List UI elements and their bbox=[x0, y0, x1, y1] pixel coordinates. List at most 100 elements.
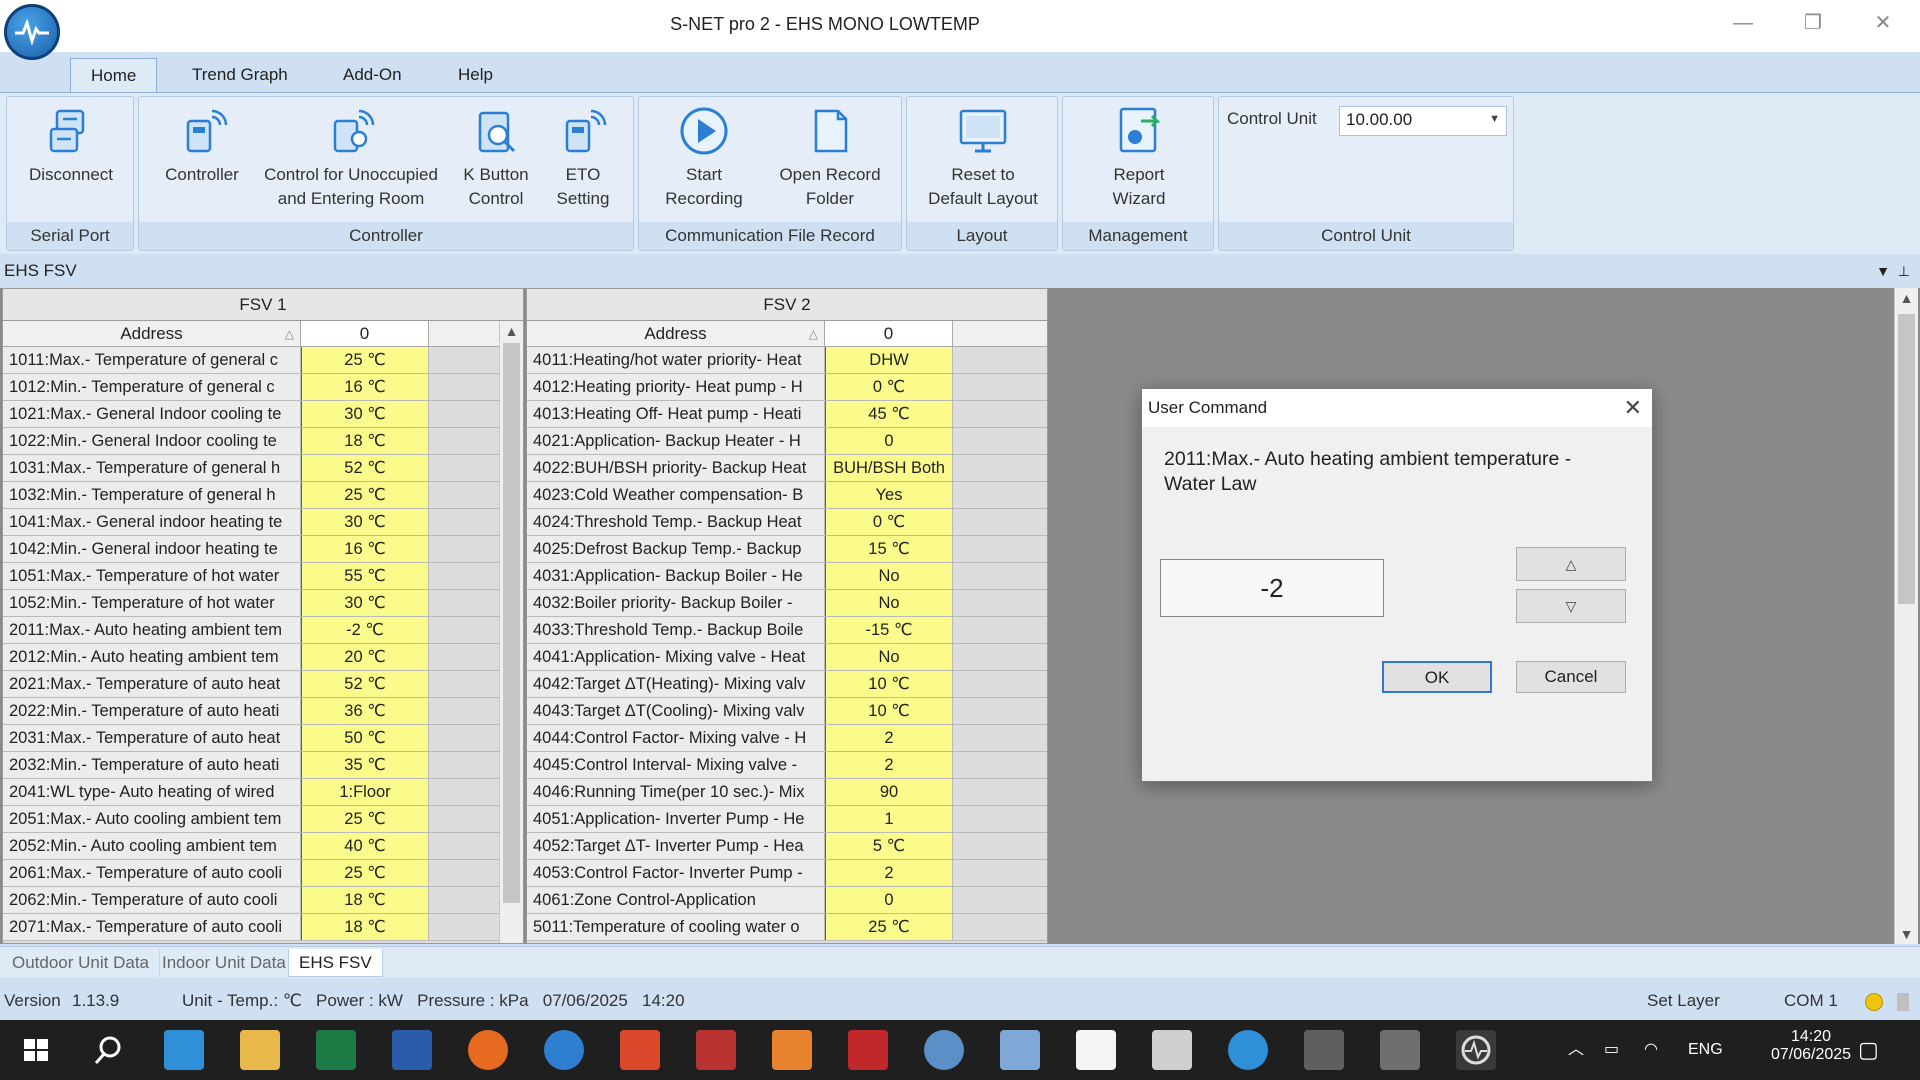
table-row[interactable]: 2021:Max.- Temperature of auto heat 52 ℃ bbox=[3, 671, 523, 698]
table-row[interactable]: 4041:Application- Mixing valve - Heat No bbox=[527, 644, 1047, 671]
value-cell[interactable]: -15 ℃ bbox=[825, 617, 953, 643]
tab-outdoor-unit-data[interactable]: Outdoor Unit Data bbox=[2, 949, 161, 977]
table-row[interactable]: 4012:Heating priority- Heat pump - H0 ℃ bbox=[527, 374, 1047, 401]
k-button-control-button[interactable]: K Button Control bbox=[451, 103, 541, 211]
table-row[interactable]: 2011:Max.- Auto heating ambient tem -2 ℃ bbox=[3, 617, 523, 644]
table-row[interactable]: 2071:Max.- Temperature of auto cooli 18 ℃ bbox=[3, 914, 523, 941]
value-cell[interactable]: 25 ℃ bbox=[301, 347, 429, 373]
value-cell[interactable]: 0 bbox=[825, 887, 953, 913]
value-cell[interactable]: 18 ℃ bbox=[301, 887, 429, 913]
restore-button[interactable]: ❐ bbox=[1788, 8, 1838, 38]
table-row[interactable]: 4024:Threshold Temp.- Backup Heat 0 ℃ bbox=[527, 509, 1047, 536]
ok-button[interactable]: OK bbox=[1382, 661, 1492, 693]
table-row[interactable]: 4011:Heating/hot water priority- Heat DHW bbox=[527, 347, 1047, 374]
news-app-icon[interactable] bbox=[164, 1030, 204, 1070]
table-row[interactable]: 2022:Min.- Temperature of auto heati 36 ℃ bbox=[3, 698, 523, 725]
control-unoccupied-button[interactable]: Control for Unoccupied and Entering Room bbox=[251, 103, 451, 211]
value-input[interactable]: -2 bbox=[1160, 559, 1384, 617]
value-cell[interactable]: 1:Floor bbox=[301, 779, 429, 805]
app-icon-17[interactable] bbox=[1380, 1030, 1420, 1070]
internet-explorer-icon[interactable] bbox=[1228, 1030, 1268, 1070]
reader-icon[interactable] bbox=[848, 1030, 888, 1070]
tab-trend-graph[interactable]: Trend Graph bbox=[172, 58, 308, 92]
value-cell[interactable]: 45 ℃ bbox=[825, 401, 953, 427]
table-row[interactable]: 1031:Max.- Temperature of general h 52 ℃ bbox=[3, 455, 523, 482]
table-row[interactable]: 4032:Boiler priority- Backup Boiler - No bbox=[527, 590, 1047, 617]
minimize-button[interactable]: — bbox=[1718, 8, 1768, 38]
value-cell[interactable]: 2 bbox=[825, 860, 953, 886]
disconnect-button[interactable]: Disconnect bbox=[17, 103, 125, 187]
table-row[interactable]: 4021:Application- Backup Heater - H0 bbox=[527, 428, 1047, 455]
table-row[interactable]: 4033:Threshold Temp.- Backup Boile -15 ℃ bbox=[527, 617, 1047, 644]
table-row[interactable]: 4045:Control Interval- Mixing valve -2 bbox=[527, 752, 1047, 779]
table-row[interactable]: 4053:Control Factor- Inverter Pump -2 bbox=[527, 860, 1047, 887]
table-row[interactable]: 4022:BUH/BSH priority- Backup Heat BUH/BS… bbox=[527, 455, 1047, 482]
eto-setting-button[interactable]: ETO Setting bbox=[541, 103, 625, 211]
table-row[interactable]: 4031:Application- Backup Boiler - He No bbox=[527, 563, 1047, 590]
value-cell[interactable]: 30 ℃ bbox=[301, 509, 429, 535]
value-cell[interactable]: 25 ℃ bbox=[301, 860, 429, 886]
value-cell[interactable]: 20 ℃ bbox=[301, 644, 429, 670]
main-scrollbar[interactable]: ▲ ▼ bbox=[1894, 288, 1918, 944]
firefox-icon[interactable] bbox=[468, 1030, 508, 1070]
app-logo-icon[interactable] bbox=[4, 4, 60, 60]
value-cell[interactable]: 10 ℃ bbox=[825, 671, 953, 697]
table-row[interactable]: 4051:Application- Inverter Pump - He 1 bbox=[527, 806, 1047, 833]
value-cell[interactable]: No bbox=[825, 563, 953, 589]
value-cell[interactable]: 25 ℃ bbox=[825, 914, 953, 940]
clock[interactable]: 14:20 07/06/2025 bbox=[1756, 1020, 1866, 1080]
value-cell[interactable]: 35 ℃ bbox=[301, 752, 429, 778]
value-cell[interactable]: 0 bbox=[825, 428, 953, 454]
open-record-folder-button[interactable]: Open Record Folder bbox=[765, 103, 895, 211]
tray-chevron-icon[interactable]: ︿ bbox=[1568, 1020, 1584, 1080]
close-button[interactable]: ✕ bbox=[1858, 8, 1908, 38]
value-cell[interactable]: 36 ℃ bbox=[301, 698, 429, 724]
notifications-icon[interactable]: ▢ bbox=[1858, 1020, 1879, 1080]
app-icon-16[interactable] bbox=[1304, 1030, 1344, 1070]
fsv1-scrollbar[interactable]: ▲ bbox=[499, 321, 523, 943]
language-indicator[interactable]: ENG bbox=[1688, 1020, 1723, 1080]
camera-icon[interactable] bbox=[1152, 1030, 1192, 1070]
table-row[interactable]: 2041:WL type- Auto heating of wired 1:Flo… bbox=[3, 779, 523, 806]
file-explorer-icon[interactable] bbox=[240, 1030, 280, 1070]
table-row[interactable]: 1021:Max.- General Indoor cooling te 30 ℃ bbox=[3, 401, 523, 428]
fsv1-scroll-thumb[interactable] bbox=[503, 343, 520, 903]
table-row[interactable]: 1032:Min.- Temperature of general h 25 ℃ bbox=[3, 482, 523, 509]
table-row[interactable]: 4061:Zone Control-Application 0 bbox=[527, 887, 1047, 914]
value-cell[interactable]: BUH/BSH Both bbox=[825, 455, 953, 481]
table-row[interactable]: 5011:Temperature of cooling water o 25 ℃ bbox=[527, 914, 1047, 941]
search-icon[interactable] bbox=[88, 1030, 128, 1070]
table-row[interactable]: 1012:Min.- Temperature of general c 16 ℃ bbox=[3, 374, 523, 401]
table-row[interactable]: 2012:Min.- Auto heating ambient tem 20 ℃ bbox=[3, 644, 523, 671]
windows-start-icon[interactable] bbox=[16, 1030, 56, 1070]
scroll-up-icon[interactable]: ▲ bbox=[500, 323, 523, 339]
tab-add-on[interactable]: Add-On bbox=[323, 58, 422, 92]
value-cell[interactable]: 10 ℃ bbox=[825, 698, 953, 724]
table-row[interactable]: 2062:Min.- Temperature of auto cooli 18 ℃ bbox=[3, 887, 523, 914]
table-row[interactable]: 2061:Max.- Temperature of auto cooli 25 ℃ bbox=[3, 860, 523, 887]
scroll-up-icon[interactable]: ▲ bbox=[1895, 290, 1918, 306]
increment-button[interactable]: △ bbox=[1516, 547, 1626, 581]
start-recording-button[interactable]: Start Recording bbox=[649, 103, 759, 211]
table-row[interactable]: 4023:Cold Weather compensation- B Yes bbox=[527, 482, 1047, 509]
value-cell[interactable]: 16 ℃ bbox=[301, 374, 429, 400]
value-cell[interactable]: 90 bbox=[825, 779, 953, 805]
value-cell[interactable]: 16 ℃ bbox=[301, 536, 429, 562]
table-row[interactable]: 1022:Min.- General Indoor cooling te 18 ℃ bbox=[3, 428, 523, 455]
table-row[interactable]: 4044:Control Factor- Mixing valve - H2 bbox=[527, 725, 1047, 752]
report-wizard-button[interactable]: Report Wizard bbox=[1069, 103, 1209, 211]
table-row[interactable]: 1011:Max.- Temperature of general c 25 ℃ bbox=[3, 347, 523, 374]
table-row[interactable]: 4013:Heating Off- Heat pump - Heati 45 ℃ bbox=[527, 401, 1047, 428]
battery-icon[interactable]: ▭ bbox=[1604, 1020, 1619, 1080]
media-player-icon[interactable] bbox=[772, 1030, 812, 1070]
value-cell[interactable]: -2 ℃ bbox=[301, 617, 429, 643]
value-cell[interactable]: 50 ℃ bbox=[301, 725, 429, 751]
value-cell[interactable]: 2 bbox=[825, 725, 953, 751]
dialog-close-icon[interactable]: ✕ bbox=[1624, 389, 1642, 427]
main-scroll-thumb[interactable] bbox=[1898, 314, 1915, 604]
value-cell[interactable]: 30 ℃ bbox=[301, 590, 429, 616]
thunderbird-icon[interactable] bbox=[544, 1030, 584, 1070]
fsv1-col-address[interactable]: Address △ bbox=[3, 321, 301, 346]
value-cell[interactable]: 52 ℃ bbox=[301, 455, 429, 481]
tab-ehs-fsv[interactable]: EHS FSV bbox=[288, 949, 383, 977]
